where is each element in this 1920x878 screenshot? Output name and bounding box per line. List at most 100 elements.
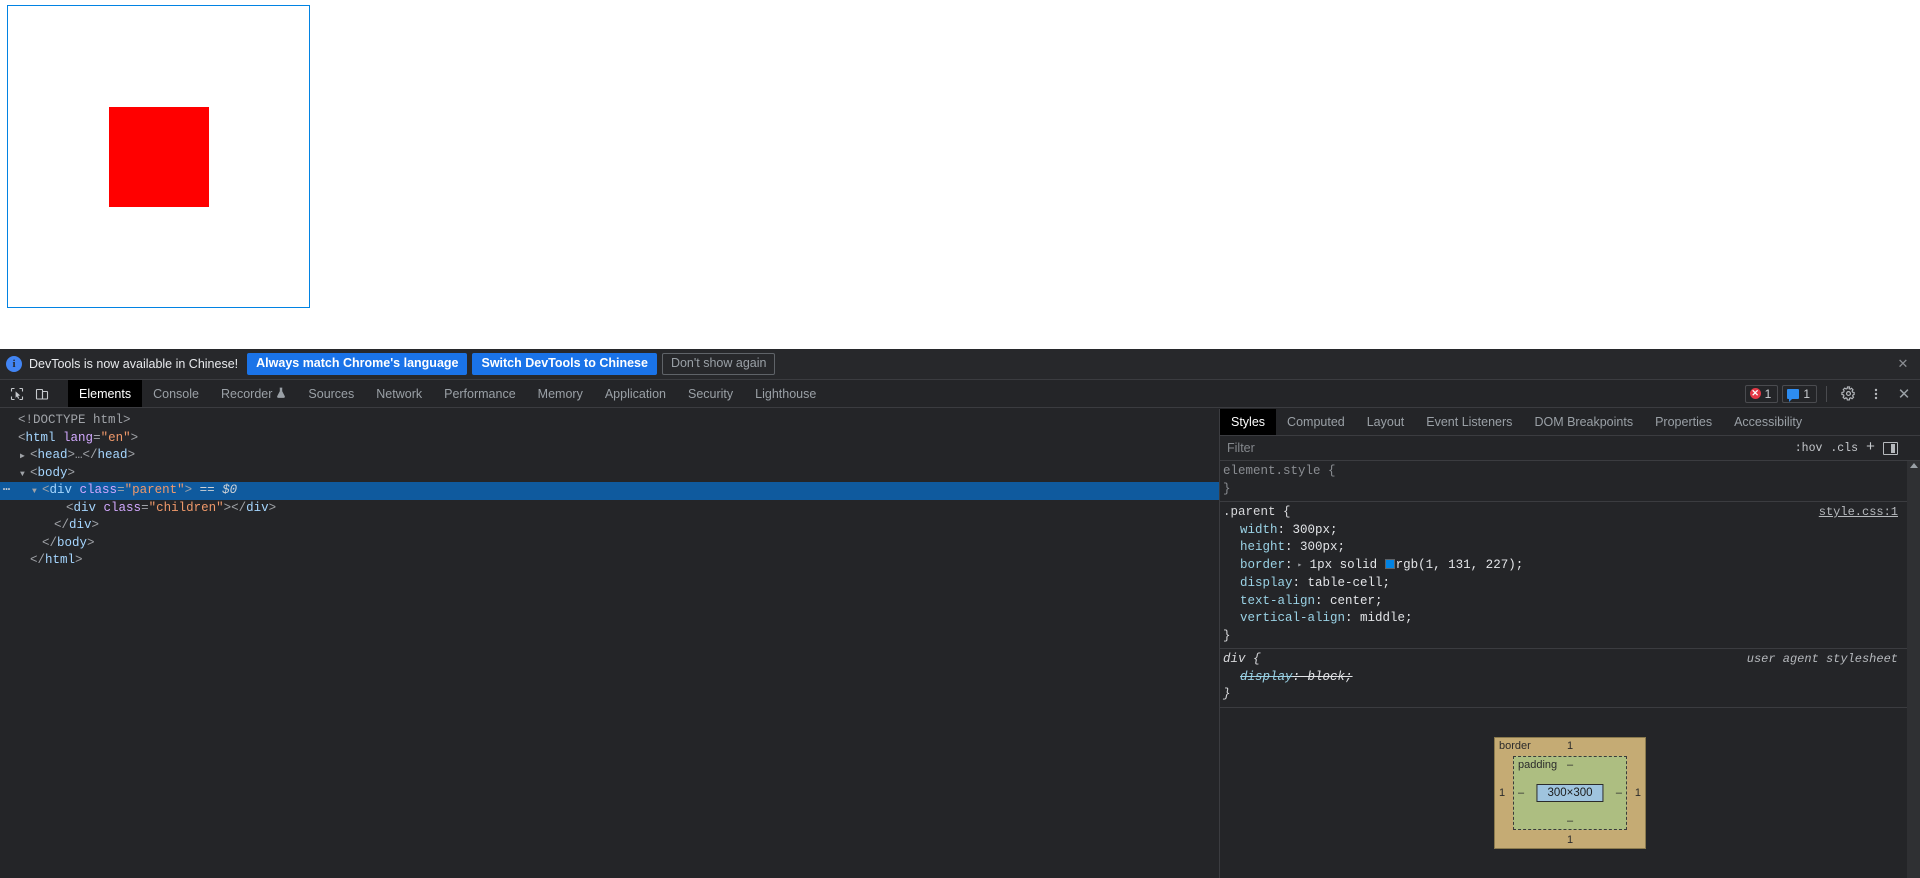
css-declaration[interactable]: vertical-align: middle; (1220, 610, 1920, 628)
css-property-name[interactable]: text-align (1240, 594, 1315, 608)
dom-token: ></ (223, 500, 247, 515)
kebab-menu-icon[interactable] (1864, 383, 1888, 405)
tab-memory[interactable]: Memory (527, 380, 594, 407)
dom-node-row[interactable]: ⋯ ▼ <div class="parent"> == $0 (0, 482, 1219, 500)
styles-tab-event-listeners[interactable]: Event Listeners (1415, 409, 1523, 435)
css-property-name[interactable]: display (1240, 670, 1293, 684)
dom-node-row[interactable]: </body> (0, 535, 1219, 553)
padding-left-value[interactable]: – (1518, 787, 1524, 799)
dom-node-row[interactable]: </html> (0, 552, 1219, 570)
styles-tab-layout[interactable]: Layout (1356, 409, 1416, 435)
styles-tab-computed[interactable]: Computed (1276, 409, 1356, 435)
css-selector[interactable]: element.style { (1223, 464, 1336, 478)
css-value[interactable]: 300px; (1293, 540, 1345, 554)
dom-node-row[interactable]: ▶ <head>…</head> (0, 447, 1219, 465)
tab-recorder[interactable]: Recorder (210, 380, 297, 407)
dom-node-row[interactable]: </div> (0, 517, 1219, 535)
close-icon[interactable]: ✕ (1892, 383, 1916, 405)
color-swatch[interactable] (1384, 558, 1395, 569)
tab-label: Elements (79, 386, 132, 401)
message-count-badge[interactable]: 1 (1782, 384, 1817, 403)
box-model-padding[interactable]: padding – – – – 300×300 (1513, 756, 1627, 830)
css-declaration[interactable]: height: 300px; (1220, 539, 1920, 557)
dom-node-row[interactable]: <div class="children"></div> (0, 500, 1219, 518)
parent-div-element[interactable] (7, 5, 310, 308)
node-badge-dots[interactable]: ⋯ (0, 482, 14, 500)
styles-filter-input[interactable] (1227, 441, 1795, 455)
css-value[interactable]: block; (1300, 670, 1353, 684)
dont-show-again-button[interactable]: Don't show again (661, 353, 776, 375)
elements-dom-tree[interactable]: <!DOCTYPE html> <html lang="en"> ▶ <head>…<… (0, 409, 1219, 878)
device-toolbar-icon[interactable] (31, 383, 53, 405)
tab-console[interactable]: Console (142, 380, 210, 407)
tab-network[interactable]: Network (365, 380, 433, 407)
box-model-border[interactable]: border 1 1 1 1 padding – – – – 300×300 (1494, 737, 1646, 849)
inspect-element-icon[interactable] (6, 383, 28, 405)
dom-node-row[interactable]: ▼ <body> (0, 465, 1219, 483)
chevron-right-icon[interactable]: ▶ (20, 448, 30, 466)
styles-sidebar-tabs: Styles Computed Layout Event Listeners DOM B… (1220, 409, 1920, 436)
dom-token: "en" (100, 430, 131, 445)
styles-tab-dom-breakpoints[interactable]: DOM Breakpoints (1523, 409, 1644, 435)
app-root: i DevTools is now available in Chinese! … (0, 0, 1920, 878)
css-value[interactable]: middle; (1353, 611, 1413, 625)
chevron-right-icon[interactable]: ▸ (1293, 557, 1302, 575)
padding-bottom-value[interactable]: – (1567, 815, 1573, 827)
gear-icon[interactable] (1836, 383, 1860, 405)
css-declaration[interactable]: width: 300px; (1220, 522, 1920, 540)
css-declaration[interactable]: display: table-cell; (1220, 575, 1920, 593)
new-style-rule-button[interactable]: + (1866, 440, 1875, 455)
dom-token: <!DOCTYPE html> (18, 413, 131, 427)
dom-node-row[interactable]: <!DOCTYPE html> (0, 412, 1219, 430)
padding-top-value[interactable]: – (1567, 759, 1573, 771)
css-selector[interactable]: div { (1223, 652, 1261, 666)
dom-node-row[interactable]: <html lang="en"> (0, 430, 1219, 448)
tab-security[interactable]: Security (677, 380, 744, 407)
styles-scrollbar[interactable] (1907, 461, 1920, 878)
border-left-value[interactable]: 1 (1499, 787, 1505, 799)
styles-tab-styles[interactable]: Styles (1220, 409, 1277, 435)
css-declaration[interactable]: border: ▸ 1px solid rgb(1, 131, 227); (1220, 557, 1920, 576)
css-selector[interactable]: .parent { (1223, 505, 1291, 519)
border-right-value[interactable]: 1 (1635, 787, 1641, 799)
css-property-name[interactable]: display (1240, 576, 1293, 590)
css-rule[interactable]: .parent { style.css:1 width: 300px; height:… (1220, 502, 1920, 649)
styles-tab-accessibility[interactable]: Accessibility (1723, 409, 1813, 435)
cls-toggle[interactable]: .cls (1830, 442, 1858, 455)
css-value[interactable]: 300px; (1285, 523, 1338, 537)
css-property-name[interactable]: vertical-align (1240, 611, 1345, 625)
css-property-name[interactable]: width (1240, 523, 1278, 537)
css-rule-origin[interactable]: style.css:1 (1819, 505, 1898, 519)
dom-token: "children" (148, 500, 224, 515)
stylesheet-link[interactable]: style.css:1 (1819, 505, 1898, 519)
css-property-name[interactable]: height (1240, 540, 1285, 554)
error-count-badge[interactable]: ✕ 1 (1744, 384, 1779, 403)
chevron-down-icon[interactable]: ▼ (32, 483, 42, 501)
chevron-down-icon[interactable]: ▼ (20, 466, 30, 484)
box-model-content-size[interactable]: 300×300 (1536, 784, 1604, 802)
css-value[interactable]: center; (1323, 594, 1383, 608)
css-rule[interactable]: element.style {} (1220, 461, 1920, 502)
css-value[interactable]: table-cell; (1300, 576, 1391, 590)
styles-tab-properties[interactable]: Properties (1644, 409, 1723, 435)
hov-toggle[interactable]: :hov (1795, 442, 1823, 455)
border-bottom-value[interactable]: 1 (1567, 834, 1573, 846)
border-top-value[interactable]: 1 (1567, 740, 1573, 752)
tab-performance[interactable]: Performance (433, 380, 527, 407)
css-declaration[interactable]: display: block; (1220, 669, 1920, 687)
tab-application[interactable]: Application (594, 380, 677, 407)
children-div-element[interactable] (109, 107, 209, 207)
tab-lighthouse[interactable]: Lighthouse (744, 380, 827, 407)
css-declaration[interactable]: text-align: center; (1220, 593, 1920, 611)
tab-elements[interactable]: Elements (68, 380, 143, 407)
css-property-name[interactable]: border (1240, 558, 1285, 572)
css-rule[interactable]: div {user agent stylesheet display: block… (1220, 649, 1920, 708)
css-value[interactable]: rgb(1, 131, 227); (1396, 558, 1524, 572)
scroll-up-arrow-icon[interactable] (1909, 463, 1918, 468)
switch-devtools-to-chinese-button[interactable]: Switch DevTools to Chinese (472, 353, 657, 375)
toggle-sidebar-icon[interactable] (1883, 441, 1898, 455)
tab-sources[interactable]: Sources (297, 380, 365, 407)
padding-right-value[interactable]: – (1616, 787, 1622, 799)
always-match-chrome-language-button[interactable]: Always match Chrome's language (247, 353, 468, 375)
close-icon[interactable]: ✕ (1895, 356, 1911, 372)
